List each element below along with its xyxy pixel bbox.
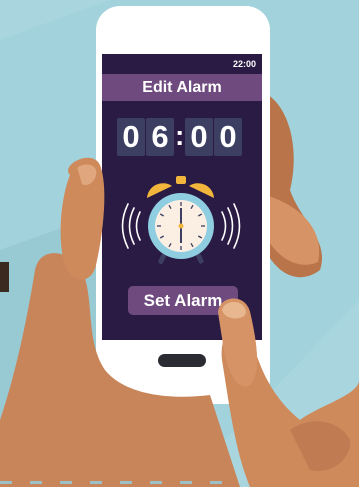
status-bar-time: 22:00 (232, 59, 256, 69)
time-separator: : (175, 120, 185, 151)
scene-artwork (0, 0, 359, 487)
minute-tens-digit[interactable]: 0 (185, 118, 213, 156)
hour-tens-digit[interactable]: 0 (117, 118, 145, 156)
home-button-icon[interactable] (158, 354, 206, 367)
illustration-scene: 22:00 Edit Alarm 0 6 : 0 0 Set Alarm (0, 0, 359, 487)
page-title: Edit Alarm (142, 79, 222, 96)
minute-ones-digit[interactable]: 0 (214, 118, 242, 156)
sleeve-edge (0, 262, 9, 292)
set-alarm-button[interactable]: Set Alarm (128, 286, 238, 315)
hour-ones-digit[interactable]: 6 (146, 118, 174, 156)
